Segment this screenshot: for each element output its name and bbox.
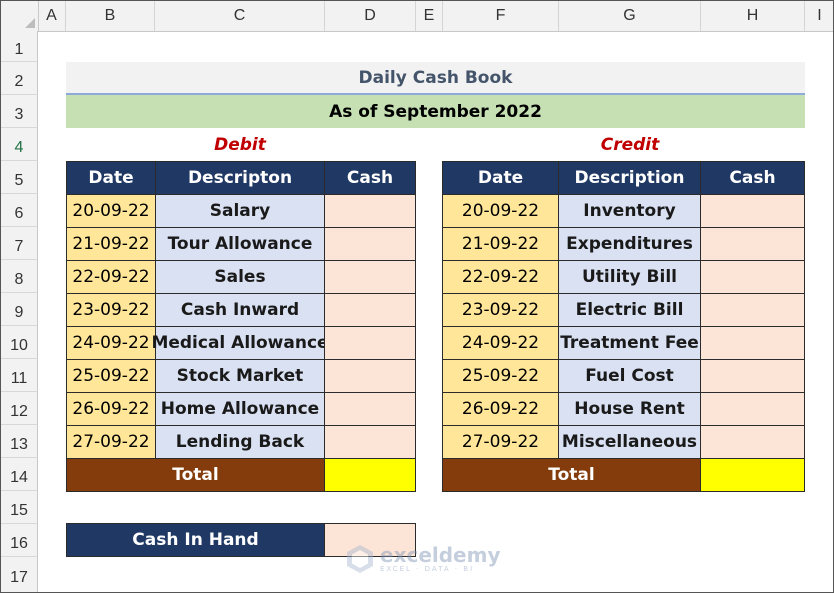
row-header-1[interactable]: 1: [1, 31, 38, 62]
column-header-f[interactable]: F: [443, 1, 559, 31]
row-header-7[interactable]: 7: [1, 227, 38, 260]
credit-description-cell[interactable]: Utility Bill: [558, 260, 701, 294]
debit-description-cell[interactable]: Sales: [155, 260, 325, 294]
credit-header-date: Date: [442, 161, 559, 195]
credit-date-cell[interactable]: 27-09-22: [442, 425, 559, 459]
column-header-i[interactable]: I: [805, 1, 833, 31]
debit-date-cell[interactable]: 23-09-22: [66, 293, 156, 327]
debit-cash-cell[interactable]: [324, 359, 416, 393]
debit-cash-cell[interactable]: [324, 392, 416, 426]
debit-description-cell[interactable]: Stock Market: [155, 359, 325, 393]
credit-description-cell[interactable]: Fuel Cost: [558, 359, 701, 393]
page-subtitle: As of September 2022: [66, 95, 805, 128]
credit-cash-cell[interactable]: [700, 260, 805, 294]
column-header-bar: A B C D E F G H I: [1, 1, 833, 32]
credit-date-cell[interactable]: 23-09-22: [442, 293, 559, 327]
column-header-a[interactable]: A: [38, 1, 66, 31]
debit-date-cell[interactable]: 27-09-22: [66, 425, 156, 459]
debit-date-cell[interactable]: 26-09-22: [66, 392, 156, 426]
debit-date-cell[interactable]: 22-09-22: [66, 260, 156, 294]
row-header-3[interactable]: 3: [1, 95, 38, 128]
row-header-6[interactable]: 6: [1, 194, 38, 227]
page-title: Daily Cash Book: [66, 62, 805, 95]
credit-cash-cell[interactable]: [700, 194, 805, 228]
credit-cash-cell[interactable]: [700, 425, 805, 459]
credit-cash-cell[interactable]: [700, 293, 805, 327]
spreadsheet: A B C D E F G H I 1 2 3 4 5 6 7 8 9 10 11 12 13 14 15 1…: [0, 0, 834, 593]
debit-total-label: Total: [66, 458, 325, 492]
credit-date-cell[interactable]: 21-09-22: [442, 227, 559, 261]
row-header-9[interactable]: 9: [1, 293, 38, 326]
exceldemy-watermark: exceldemy EXCEL · DATA · BI: [346, 544, 501, 574]
credit-cash-cell[interactable]: [700, 359, 805, 393]
credit-date-cell[interactable]: 25-09-22: [442, 359, 559, 393]
debit-cash-cell[interactable]: [324, 194, 416, 228]
row-header-16[interactable]: 16: [1, 524, 38, 557]
credit-cash-cell[interactable]: [700, 392, 805, 426]
credit-description-cell[interactable]: Miscellaneous: [558, 425, 701, 459]
column-header-c[interactable]: C: [155, 1, 325, 31]
credit-cash-cell[interactable]: [700, 227, 805, 261]
debit-header-date: Date: [66, 161, 156, 195]
credit-description-cell[interactable]: Treatment Fee: [558, 326, 701, 360]
row-header-10[interactable]: 10: [1, 326, 38, 359]
select-all-corner[interactable]: [1, 1, 39, 31]
credit-description-cell[interactable]: Inventory: [558, 194, 701, 228]
debit-cash-cell[interactable]: [324, 227, 416, 261]
debit-date-cell[interactable]: 20-09-22: [66, 194, 156, 228]
credit-cash-cell[interactable]: [700, 326, 805, 360]
debit-description-cell[interactable]: Tour Allowance: [155, 227, 325, 261]
column-header-b[interactable]: B: [66, 1, 155, 31]
debit-cash-cell[interactable]: [324, 260, 416, 294]
credit-date-cell[interactable]: 26-09-22: [442, 392, 559, 426]
row-header-12[interactable]: 12: [1, 392, 38, 425]
debit-description-cell[interactable]: Lending Back: [155, 425, 325, 459]
debit-cash-cell[interactable]: [324, 293, 416, 327]
column-header-h[interactable]: H: [701, 1, 805, 31]
row-header-2[interactable]: 2: [1, 62, 38, 95]
credit-header-desc: Description: [558, 161, 701, 195]
debit-date-cell[interactable]: 21-09-22: [66, 227, 156, 261]
row-header-5[interactable]: 5: [1, 161, 38, 194]
debit-cash-cell[interactable]: [324, 425, 416, 459]
row-header-11[interactable]: 11: [1, 359, 38, 392]
watermark-name: exceldemy: [380, 543, 501, 567]
row-header-15[interactable]: 15: [1, 491, 38, 524]
debit-date-cell[interactable]: 24-09-22: [66, 326, 156, 360]
debit-date-cell[interactable]: 25-09-22: [66, 359, 156, 393]
debit-cash-cell[interactable]: [324, 326, 416, 360]
credit-total-value-cell[interactable]: [700, 458, 805, 492]
column-header-d[interactable]: D: [325, 1, 416, 31]
column-header-g[interactable]: G: [559, 1, 701, 31]
debit-description-cell[interactable]: Cash Inward: [155, 293, 325, 327]
column-header-e[interactable]: E: [416, 1, 443, 31]
row-header-13[interactable]: 13: [1, 425, 38, 458]
debit-header-cash: Cash: [324, 161, 416, 195]
row-header-8[interactable]: 8: [1, 260, 38, 293]
debit-description-cell[interactable]: Salary: [155, 194, 325, 228]
debit-header-desc: Descripton: [155, 161, 325, 195]
credit-date-cell[interactable]: 22-09-22: [442, 260, 559, 294]
debit-total-value-cell[interactable]: [324, 458, 416, 492]
credit-label: Credit: [600, 134, 660, 155]
debit-label: Debit: [214, 134, 266, 155]
credit-date-cell[interactable]: 20-09-22: [442, 194, 559, 228]
credit-date-cell[interactable]: 24-09-22: [442, 326, 559, 360]
row-header-17[interactable]: 17: [1, 557, 38, 592]
credit-description-cell[interactable]: Electric Bill: [558, 293, 701, 327]
debit-description-cell[interactable]: Home Allowance: [155, 392, 325, 426]
cash-in-hand-label: Cash In Hand: [66, 523, 325, 557]
exceldemy-logo-icon: [347, 545, 373, 573]
row-header-4[interactable]: 4: [1, 128, 38, 161]
credit-header-cash: Cash: [700, 161, 805, 195]
debit-description-cell[interactable]: Medical Allowance: [151, 326, 329, 360]
row-header-14[interactable]: 14: [1, 458, 38, 491]
credit-description-cell[interactable]: House Rent: [558, 392, 701, 426]
credit-total-label: Total: [442, 458, 701, 492]
credit-description-cell[interactable]: Expenditures: [558, 227, 701, 261]
